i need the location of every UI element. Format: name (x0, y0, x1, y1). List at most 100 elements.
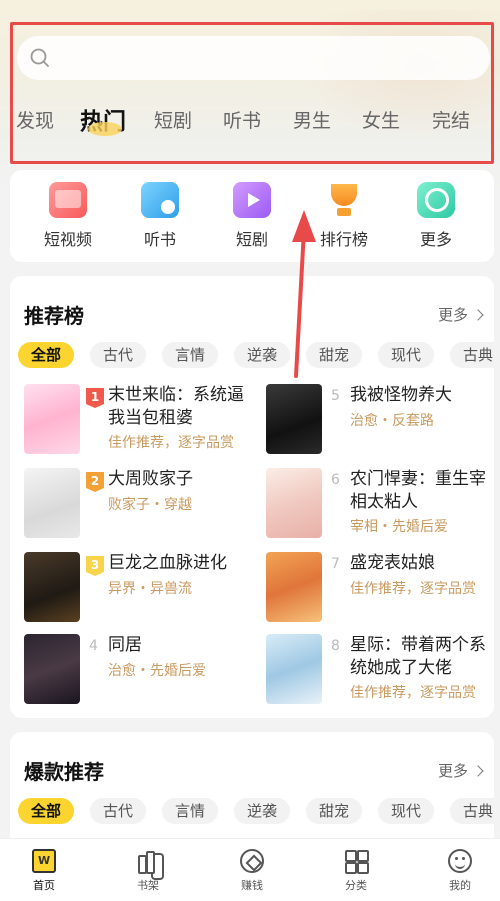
search-input[interactable] (59, 48, 490, 68)
more-button[interactable]: 更多 (437, 760, 484, 781)
nav-home[interactable]: 首页 (14, 849, 74, 893)
bookshelf-icon (136, 849, 160, 874)
tab-female[interactable]: 女生 (362, 106, 400, 133)
search-icon (30, 48, 49, 67)
quick-audiobook[interactable]: 听书 (120, 182, 200, 250)
quick-label: 短剧 (235, 230, 268, 249)
recommend-ranking-section: 推荐榜 更多 全部 古代 言情 逆袭 甜宠 现代 古典 1 末世来临：系统逼我当… (10, 276, 494, 718)
rank-number: 4 (89, 638, 98, 654)
quick-more[interactable]: 更多 (396, 182, 476, 250)
book-tags: 异界・异兽流 (108, 581, 192, 597)
rank-number: 6 (331, 472, 340, 488)
book-title: 我被怪物养大 (350, 385, 452, 405)
more-button[interactable]: 更多 (437, 304, 484, 325)
book-tags: 佳作推荐，逐字品赏 (350, 581, 476, 597)
nav-label: 分类 (345, 879, 367, 892)
chip-ancient[interactable]: 古代 (90, 342, 147, 368)
nav-label: 我的 (449, 879, 471, 892)
nav-category[interactable]: 分类 (326, 849, 386, 893)
short-video-icon (49, 182, 87, 218)
nav-me[interactable]: 我的 (430, 849, 490, 893)
chip-classical[interactable]: 古典 (450, 798, 494, 824)
short-drama-icon (233, 182, 271, 218)
more-label: 更多 (437, 306, 468, 324)
quick-short-video[interactable]: 短视频 (28, 182, 108, 250)
book-tags: 宰相・先婚后爱 (350, 519, 448, 535)
book-item[interactable]: 1 末世来临：系统逼我当包租婆 佳作推荐，逐字品赏 (24, 384, 254, 456)
nav-label: 书架 (137, 879, 159, 892)
book-tags: 佳作推荐，逐字品赏 (108, 435, 234, 451)
category-tabs: 发现 热门 短剧 听书 男生 女生 完结 (0, 98, 500, 146)
rank-number: 8 (331, 638, 340, 654)
rank-badge: 1 (86, 388, 104, 408)
chip-ancient[interactable]: 古代 (90, 798, 147, 824)
book-cover (24, 552, 80, 622)
tab-completed[interactable]: 完结 (432, 106, 470, 133)
book-item[interactable]: 5 我被怪物养大 治愈・反套路 (266, 384, 496, 456)
quick-label: 更多 (419, 230, 452, 249)
book-item[interactable]: 7 盛宠表姑娘 佳作推荐，逐字品赏 (266, 552, 496, 624)
chip-sweet[interactable]: 甜宠 (306, 798, 363, 824)
audiobook-icon (141, 182, 179, 218)
chip-romance[interactable]: 言情 (162, 342, 219, 368)
search-bar[interactable] (17, 36, 490, 80)
book-item[interactable]: 2 大周败家子 败家子・穿越 (24, 468, 254, 540)
more-icon (417, 182, 455, 218)
book-cover (24, 634, 80, 704)
quick-label: 短视频 (43, 230, 92, 249)
quick-entry-card: 短视频 听书 短剧 排行榜 更多 (10, 170, 494, 262)
chip-sweet[interactable]: 甜宠 (306, 342, 363, 368)
nav-earn[interactable]: 赚钱 (222, 849, 282, 893)
chip-classical[interactable]: 古典 (450, 342, 494, 368)
nav-bookshelf[interactable]: 书架 (118, 849, 178, 893)
book-title: 星际：带着两个系统她成了大佬 (350, 635, 486, 678)
nav-label: 首页 (33, 879, 55, 892)
bottom-navigation: 首页 书架 赚钱 分类 我的 (0, 838, 500, 901)
book-title: 盛宠表姑娘 (350, 553, 435, 573)
book-item[interactable]: 4 同居 治愈・先婚后爱 (24, 634, 254, 706)
book-item[interactable]: 6 农门悍妻：重生宰相太粘人 宰相・先婚后爱 (266, 468, 496, 540)
book-tags: 治愈・先婚后爱 (108, 663, 206, 679)
book-title: 末世来临：系统逼我当包租婆 (108, 385, 244, 428)
quick-label: 听书 (143, 230, 176, 249)
chip-modern[interactable]: 现代 (378, 798, 435, 824)
quick-short-drama[interactable]: 短剧 (212, 182, 292, 250)
book-item[interactable]: 8 星际：带着两个系统她成了大佬 佳作推荐，逐字品赏 (266, 634, 496, 706)
rank-number: 5 (331, 388, 340, 404)
chip-romance[interactable]: 言情 (162, 798, 219, 824)
book-tags: 治愈・反套路 (350, 413, 434, 429)
book-item[interactable]: 3 巨龙之血脉进化 异界・异兽流 (24, 552, 254, 624)
tab-male[interactable]: 男生 (293, 106, 331, 133)
header-background (0, 0, 500, 190)
book-title: 巨龙之血脉进化 (108, 553, 227, 573)
book-cover (266, 384, 322, 454)
tab-discover[interactable]: 发现 (16, 106, 54, 133)
chip-all[interactable]: 全部 (18, 798, 75, 824)
book-tags: 败家子・穿越 (108, 497, 192, 513)
chip-modern[interactable]: 现代 (378, 342, 435, 368)
chip-comeback[interactable]: 逆袭 (234, 342, 291, 368)
book-title: 农门悍妻：重生宰相太粘人 (350, 469, 486, 512)
book-cover (266, 634, 322, 704)
rank-badge: 2 (86, 472, 104, 492)
book-tags: 佳作推荐，逐字品赏 (350, 685, 476, 701)
smiley-profile-icon (448, 849, 472, 873)
rank-badge: 3 (86, 556, 104, 576)
tab-audiobook[interactable]: 听书 (223, 106, 261, 133)
book-cover (24, 468, 80, 538)
tab-short-drama[interactable]: 短剧 (154, 106, 192, 133)
trophy-icon (325, 182, 363, 218)
filter-chips: 全部 古代 言情 逆袭 甜宠 现代 古典 (18, 798, 494, 828)
chip-all[interactable]: 全部 (18, 342, 75, 368)
section-title: 爆款推荐 (24, 760, 104, 784)
section-title: 推荐榜 (24, 304, 84, 328)
book-cover (266, 468, 322, 538)
book-cover (24, 384, 80, 454)
quick-label: 排行榜 (319, 230, 368, 249)
coin-icon (240, 849, 264, 873)
chevron-right-icon (472, 308, 484, 321)
chip-comeback[interactable]: 逆袭 (234, 798, 291, 824)
more-label: 更多 (437, 762, 468, 780)
quick-ranking[interactable]: 排行榜 (304, 182, 384, 250)
home-icon (32, 849, 56, 873)
